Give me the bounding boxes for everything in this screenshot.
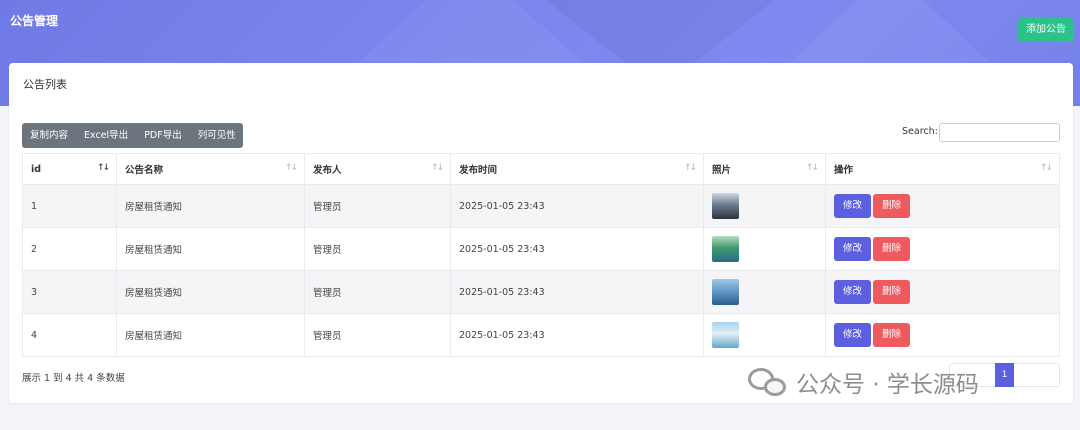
sort-icon: ↑↓ [683,163,697,173]
column-header-label: 照片 [712,165,732,176]
edit-button[interactable]: 修改 [834,280,872,304]
column-header-time[interactable]: 发布时间 ↑↓ [450,153,704,185]
cell-id: 3 [22,270,117,314]
cell-id: 1 [22,184,117,228]
watermark: 公众号 · 学长源码 [748,365,979,399]
column-header-name[interactable]: 公告名称 ↑↓ [116,153,305,185]
cell-photo [703,313,826,357]
cell-id: 2 [22,227,117,271]
column-header-actions[interactable]: 操作 ↑↓ [825,153,1060,185]
cell-photo [703,270,826,314]
sort-icon: ↑↓ [805,163,819,173]
cell-name: 房屋租赁通知 [116,184,305,228]
cell-publisher: 管理员 [304,184,451,228]
column-header-label: 发布时间 [459,165,498,176]
table-summary: 展示 1 到 4 共 4 条数据 [22,373,125,384]
announcement-table: id ↑↓ 公告名称 ↑↓ 发布人 ↑↓ 发布时间 ↑↓ 照片 ↑↓ 操作 ↑↓ 1 房屋租… [22,153,1060,357]
page-title: 公告管理 [10,14,59,28]
cell-time: 2025-01-05 23:43 [450,227,704,271]
search-input[interactable] [939,123,1060,142]
pdf-export-button[interactable]: PDF导出 [136,123,190,148]
cell-actions: 修改 删除 [825,227,1060,271]
cell-publisher: 管理员 [304,270,451,314]
edit-button[interactable]: 修改 [834,237,872,261]
photo-thumbnail[interactable] [712,236,739,262]
cell-name: 房屋租赁通知 [116,227,305,271]
copy-button[interactable]: 复制内容 [22,123,76,148]
add-announcement-button[interactable]: 添加公告 [1018,18,1074,42]
cell-time: 2025-01-05 23:43 [450,313,704,357]
cell-name: 房屋租赁通知 [116,313,305,357]
table-row: 2 房屋租赁通知 管理员 2025-01-05 23:43 修改 删除 [22,227,1060,271]
sort-asc-icon: ↑↓ [96,163,110,173]
cell-name: 房屋租赁通知 [116,270,305,314]
cell-id: 4 [22,313,117,357]
column-header-label: 公告名称 [125,165,164,176]
column-header-photo[interactable]: 照片 ↑↓ [703,153,826,185]
column-header-label: 操作 [834,165,854,176]
cell-time: 2025-01-05 23:43 [450,270,704,314]
photo-thumbnail[interactable] [712,193,739,219]
cell-actions: 修改 删除 [825,184,1060,228]
pagination-current-page[interactable]: 1 [994,363,1015,387]
column-header-publisher[interactable]: 发布人 ↑↓ [304,153,451,185]
delete-button[interactable]: 删除 [873,194,911,218]
sort-icon: ↑↓ [430,163,444,173]
photo-thumbnail[interactable] [712,279,739,305]
announcement-list-card: 公告列表 复制内容 Excel导出 PDF导出 列可见性 Search: id ↑… [9,63,1073,403]
edit-button[interactable]: 修改 [834,323,872,347]
cell-actions: 修改 删除 [825,270,1060,314]
table-row: 1 房屋租赁通知 管理员 2025-01-05 23:43 修改 删除 [22,184,1060,228]
column-header-label: id [31,163,42,175]
cell-photo [703,227,826,271]
delete-button[interactable]: 删除 [873,237,911,261]
wechat-icon [748,366,788,398]
table-row: 3 房屋租赁通知 管理员 2025-01-05 23:43 修改 删除 [22,270,1060,314]
sort-icon: ↑↓ [284,163,298,173]
cell-publisher: 管理员 [304,313,451,357]
export-toolbar: 复制内容 Excel导出 PDF导出 列可见性 [22,123,243,148]
photo-thumbnail[interactable] [712,322,739,348]
column-header-label: 发布人 [313,165,342,176]
cell-time: 2025-01-05 23:43 [450,184,704,228]
cell-actions: 修改 删除 [825,313,1060,357]
edit-button[interactable]: 修改 [834,194,872,218]
sort-icon: ↑↓ [1039,163,1053,173]
delete-button[interactable]: 删除 [873,280,911,304]
cell-publisher: 管理员 [304,227,451,271]
table-header-row: id ↑↓ 公告名称 ↑↓ 发布人 ↑↓ 发布时间 ↑↓ 照片 ↑↓ 操作 ↑↓ [22,153,1060,185]
column-header-id[interactable]: id ↑↓ [22,153,117,185]
search-label: Search: [902,126,938,137]
watermark-text: 公众号 · 学长源码 [796,372,979,398]
card-title: 公告列表 [23,78,67,91]
table-row: 4 房屋租赁通知 管理员 2025-01-05 23:43 修改 删除 [22,313,1060,357]
column-visibility-button[interactable]: 列可见性 [190,123,244,148]
cell-photo [703,184,826,228]
excel-export-button[interactable]: Excel导出 [76,123,136,148]
delete-button[interactable]: 删除 [873,323,911,347]
